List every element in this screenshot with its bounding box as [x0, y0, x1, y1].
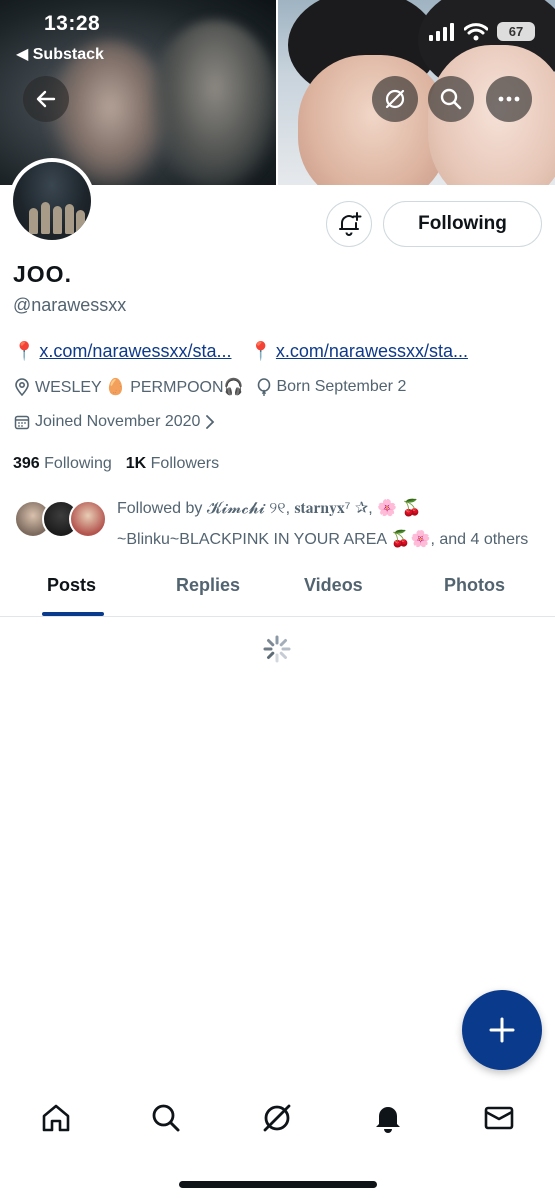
tab-videos[interactable]: Videos [304, 575, 363, 596]
nav-home[interactable] [38, 1100, 74, 1136]
pin-icon: 📍 [13, 341, 36, 361]
followers-count-link[interactable]: 1K Followers [126, 455, 219, 473]
location-item: WESLEY 🥚 PERMPOON🎧 [14, 377, 243, 397]
feeds-button[interactable] [372, 76, 418, 122]
following-count-link[interactable]: 396 Following [13, 455, 112, 473]
profile-meta: WESLEY 🥚 PERMPOON🎧 Born September 2 [14, 377, 406, 397]
profile-link[interactable]: x.com/narawessxx/sta... [39, 341, 231, 362]
following-button[interactable]: Following [383, 201, 542, 247]
chevron-right-icon [206, 415, 215, 429]
birthday-item: Born September 2 [257, 377, 406, 397]
tab-posts[interactable]: Posts [47, 575, 96, 596]
wifi-icon [464, 22, 488, 40]
battery-icon: 67 [497, 22, 535, 41]
profile-links: 📍 x.com/narawessxx/sta... 📍 x.com/narawe… [13, 341, 468, 362]
display-name: JOO. [13, 261, 72, 287]
tab-replies[interactable]: Replies [176, 575, 240, 596]
location-icon [15, 378, 29, 396]
back-button[interactable] [23, 76, 69, 122]
profile-tabs: Posts Replies Videos Photos [0, 563, 555, 617]
profile-link-item: 📍 x.com/narawessxx/sta... [249, 341, 467, 362]
more-button[interactable] [486, 76, 532, 122]
nav-notifications[interactable] [370, 1100, 406, 1136]
nav-messages[interactable] [481, 1100, 517, 1136]
active-tab-indicator [42, 612, 104, 616]
loading-spinner-icon [263, 635, 291, 663]
compose-button[interactable] [462, 990, 542, 1070]
pin-icon: 📍 [249, 341, 272, 361]
arrow-left-icon [36, 90, 56, 108]
calendar-icon [14, 415, 30, 430]
birthday-text: Born September 2 [276, 378, 407, 395]
balloon-icon [258, 378, 271, 396]
mail-icon [484, 1106, 514, 1130]
banner-divider [276, 0, 278, 185]
feeds-icon [263, 1104, 291, 1132]
back-to-app-link[interactable]: ◀ Substack [16, 44, 104, 64]
status-time: 13:28 [44, 12, 101, 35]
nav-feeds[interactable] [259, 1100, 295, 1136]
followers-count: 1K [125, 455, 147, 472]
more-icon [498, 96, 520, 102]
status-icons: 67 [429, 22, 535, 41]
followers-label: Followers [150, 455, 220, 472]
tab-photos[interactable]: Photos [444, 575, 505, 596]
search-icon [440, 88, 462, 110]
avatar-image [13, 162, 91, 240]
location-text: WESLEY 🥚 PERMPOON🎧 [35, 379, 244, 396]
joined-date[interactable]: Joined November 2020 [14, 413, 215, 431]
plus-icon [489, 1017, 515, 1043]
home-icon [42, 1104, 70, 1132]
search-button[interactable] [428, 76, 474, 122]
bell-plus-icon [339, 212, 362, 236]
followed-by-text[interactable]: Followed by 𝓚𝓲𝓶𝓬𝓱𝓲 ୨୧, 𝐬𝐭𝐚𝐫𝐧𝐲𝐱⁷ ✰, 🌸 🍒 ~… [117, 493, 547, 555]
profile-link-item: 📍 x.com/narawessxx/sta... [13, 341, 231, 362]
following-count: 396 [13, 455, 40, 472]
search-icon [152, 1104, 180, 1132]
profile-avatar[interactable] [9, 158, 95, 244]
follow-counts: 396 Following 1K Followers [13, 455, 219, 473]
followed-by-avatars[interactable] [14, 500, 107, 540]
profile-link[interactable]: x.com/narawessxx/sta... [276, 341, 468, 362]
avatar [69, 500, 107, 538]
joined-text: Joined November 2020 [35, 413, 201, 430]
nav-search[interactable] [148, 1100, 184, 1136]
feeds-icon [385, 89, 405, 109]
handle: @narawessxx [13, 295, 127, 315]
bell-icon [376, 1107, 400, 1133]
home-indicator [179, 1181, 377, 1188]
following-label: Following [44, 455, 112, 472]
signal-icon [429, 22, 454, 41]
notify-button[interactable] [326, 201, 372, 247]
bottom-nav [0, 1088, 555, 1148]
